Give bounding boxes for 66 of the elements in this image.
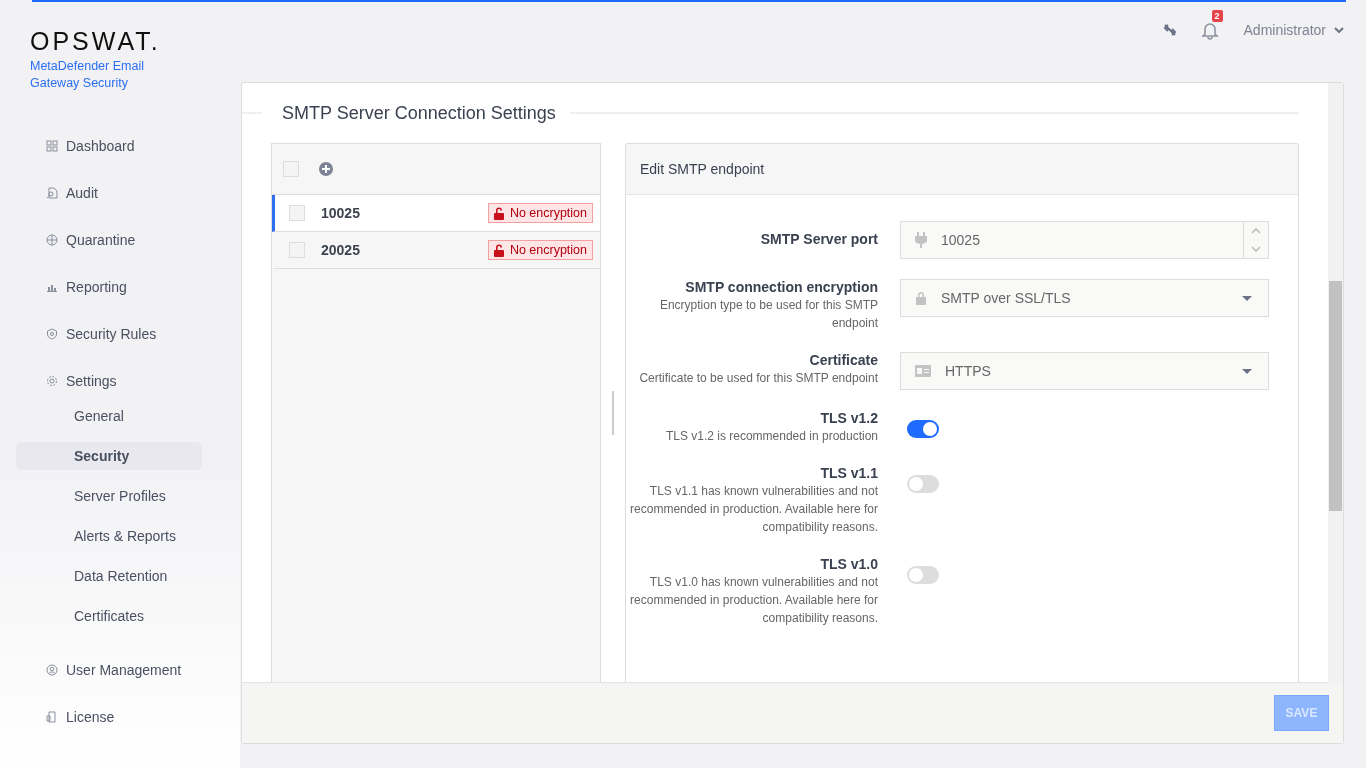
unlocked-icon bbox=[493, 206, 505, 220]
chevron-down-icon bbox=[1251, 246, 1261, 252]
toggle-switch[interactable] bbox=[907, 566, 939, 584]
endpoint-port: 10025 bbox=[321, 205, 361, 221]
checkbox[interactable] bbox=[289, 205, 305, 221]
user-menu[interactable]: Administrator bbox=[1243, 22, 1344, 38]
nav-subitem[interactable]: Security bbox=[16, 442, 202, 470]
field-label: Certificate bbox=[808, 352, 878, 368]
brand-logo: OPSWAT. bbox=[30, 28, 161, 54]
chevron-up-icon bbox=[1251, 228, 1261, 234]
nav-item[interactable]: User Management bbox=[46, 656, 182, 683]
nav-subitem[interactable]: Server Profiles bbox=[16, 482, 202, 510]
encryption-tag: No encryption bbox=[487, 203, 593, 223]
field-label: TLS v1.0 bbox=[819, 556, 878, 572]
user-circle-icon bbox=[46, 663, 58, 676]
nav-subitem[interactable]: Alerts & Reports bbox=[16, 522, 202, 550]
select-field[interactable]: HTTPS bbox=[900, 352, 1269, 390]
field-description: Certificate to be used for this SMTP endpoint bbox=[638, 370, 878, 387]
encryption-tag: No encryption bbox=[487, 240, 593, 260]
port-field[interactable]: 10025 bbox=[900, 221, 1269, 259]
field-description: TLS v1.1 has known vulnerabilities and not recommended in production. Available here for compatibility reasons. bbox=[629, 483, 878, 536]
endpoint-row[interactable]: 10025 No encryption bbox=[272, 195, 600, 232]
page-title: SMTP Server Connection Settings bbox=[282, 102, 556, 124]
select-field[interactable]: SMTP over SSL/TLS bbox=[900, 279, 1269, 317]
bell-icon[interactable] bbox=[1199, 20, 1220, 40]
field-label: TLS v1.2 bbox=[819, 410, 878, 426]
nav-item[interactable]: Audit bbox=[46, 179, 98, 206]
globe-icon bbox=[46, 233, 58, 246]
toggle-switch[interactable] bbox=[907, 420, 939, 438]
product-name: MetaDefender Email Gateway Security bbox=[30, 58, 145, 92]
checkbox[interactable] bbox=[289, 242, 305, 258]
chevron-down-icon bbox=[1334, 27, 1344, 33]
magnifier-page-icon bbox=[46, 186, 58, 199]
field-label: TLS v1.1 bbox=[819, 465, 878, 481]
endpoint-port: 20025 bbox=[321, 242, 361, 258]
panel-title: Edit SMTP endpoint bbox=[626, 144, 1298, 195]
settings-icon bbox=[46, 374, 58, 387]
document-icon bbox=[46, 710, 58, 723]
nav-item[interactable]: License bbox=[46, 703, 115, 730]
field-label: SMTP connection encryption bbox=[684, 279, 878, 295]
field-label: SMTP Server port bbox=[759, 231, 878, 247]
add-circle-icon[interactable] bbox=[319, 162, 333, 176]
resize-handle[interactable] bbox=[612, 390, 614, 435]
select-all-checkbox[interactable] bbox=[283, 161, 299, 177]
nav-item[interactable]: Quarantine bbox=[46, 226, 136, 253]
unlocked-icon bbox=[493, 243, 505, 257]
nav-item[interactable]: Security Rules bbox=[46, 320, 157, 347]
id-card-icon bbox=[915, 365, 931, 377]
notification-badge: 2 bbox=[1211, 10, 1223, 22]
dashboard-icon bbox=[46, 139, 58, 152]
nav-item[interactable]: Reporting bbox=[46, 273, 127, 300]
nav-subitem[interactable]: Data Retention bbox=[16, 562, 202, 590]
dropdown-caret-icon bbox=[1242, 368, 1252, 374]
dropdown-caret-icon bbox=[1242, 295, 1252, 301]
field-description: TLS v1.2 is recommended in production bbox=[664, 428, 878, 445]
plug-icon bbox=[915, 232, 927, 248]
nav-subitem[interactable]: General bbox=[16, 402, 202, 430]
nav-item[interactable]: Settings bbox=[46, 367, 117, 394]
nav-subitem[interactable]: Certificates bbox=[16, 602, 202, 630]
shield-icon bbox=[46, 327, 58, 340]
field-description: Encryption type to be used for this SMTP endpoint bbox=[658, 297, 878, 332]
field-description: TLS v1.0 has known vulnerabilities and not recommended in production. Available here for compatibility reasons. bbox=[629, 574, 878, 627]
scrollbar[interactable] bbox=[1328, 83, 1343, 683]
nav-item[interactable]: Dashboard bbox=[46, 132, 135, 159]
toggle-switch[interactable] bbox=[907, 475, 939, 493]
lock-icon bbox=[915, 291, 927, 305]
